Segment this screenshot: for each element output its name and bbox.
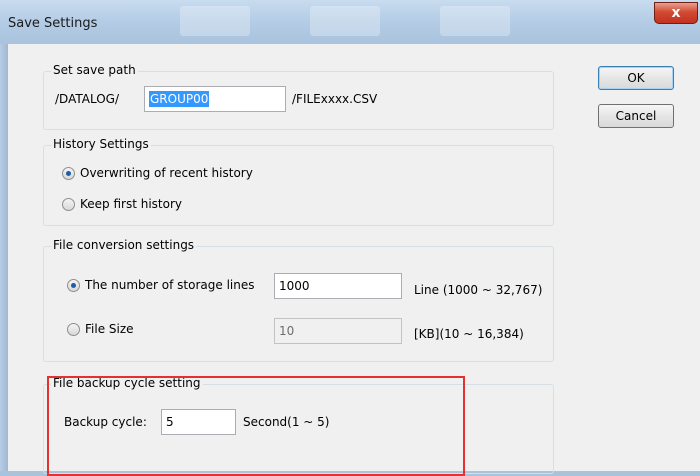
- storage-lines-input[interactable]: 1000: [274, 273, 402, 299]
- file-size-input[interactable]: 10: [274, 318, 402, 344]
- close-button[interactable]: x: [654, 2, 698, 24]
- window-title: Save Settings: [8, 16, 98, 31]
- overwrite-history-label[interactable]: Overwriting of recent history: [80, 166, 253, 180]
- title-bar-glass: [180, 6, 250, 36]
- storage-lines-label[interactable]: The number of storage lines: [85, 278, 254, 292]
- highlight-box: [47, 376, 465, 476]
- save-path-prefix: /DATALOG/: [55, 92, 120, 106]
- window-frame: [0, 44, 8, 471]
- title-bar-glass: [440, 6, 510, 36]
- file-size-label[interactable]: File Size: [85, 322, 134, 336]
- save-path-group-label: Set save path: [51, 63, 138, 77]
- keep-first-history-label[interactable]: Keep first history: [80, 197, 182, 211]
- overwrite-history-radio[interactable]: [62, 167, 75, 180]
- history-group-label: History Settings: [51, 137, 151, 151]
- ok-button[interactable]: OK: [598, 66, 674, 90]
- storage-lines-range: Line (1000 ~ 32,767): [414, 283, 543, 297]
- title-bar-glass: [310, 6, 380, 36]
- file-size-radio[interactable]: [67, 323, 80, 336]
- save-settings-dialog: Save Settings x Set save path /DATALOG/ …: [0, 0, 700, 476]
- cancel-button[interactable]: Cancel: [598, 104, 674, 128]
- history-group: [43, 145, 554, 226]
- file-conversion-group: [43, 246, 554, 362]
- close-icon: x: [671, 5, 681, 21]
- keep-first-history-radio[interactable]: [62, 198, 75, 211]
- file-conversion-group-label: File conversion settings: [51, 238, 197, 252]
- folder-name-value: GROUP00: [149, 91, 210, 107]
- save-path-suffix: /FILExxxx.CSV: [292, 92, 378, 106]
- file-size-range: [KB](10 ~ 16,384): [414, 327, 524, 341]
- storage-lines-radio[interactable]: [67, 279, 80, 292]
- title-bar[interactable]: Save Settings x: [0, 0, 700, 44]
- folder-name-input[interactable]: GROUP00: [144, 86, 286, 112]
